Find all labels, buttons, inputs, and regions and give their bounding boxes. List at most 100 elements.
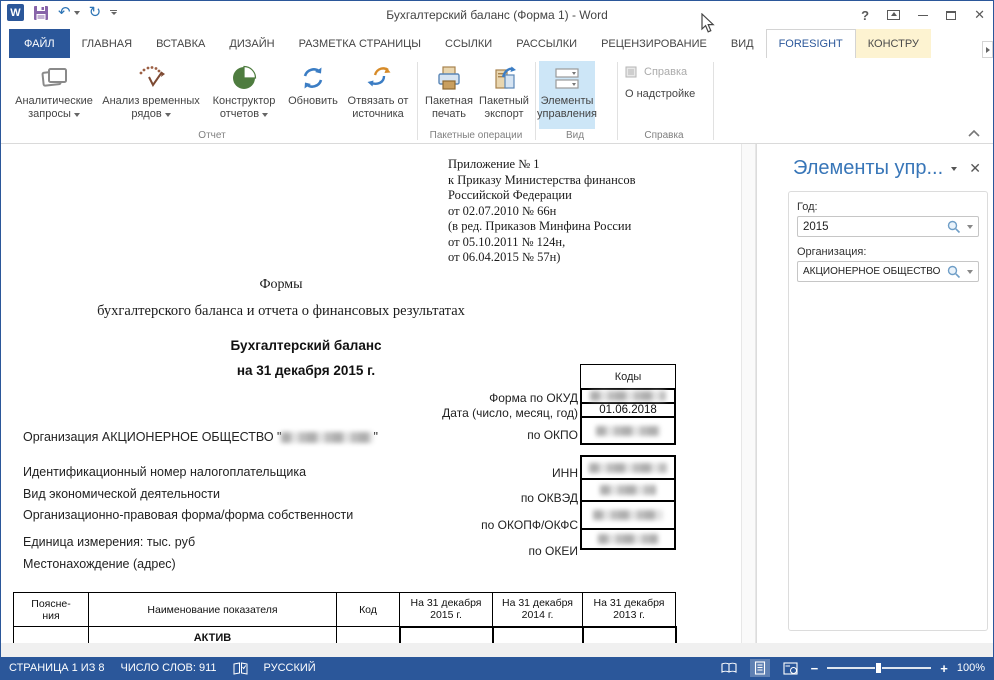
group-divider	[713, 62, 714, 140]
batch-print-button[interactable]: Пакетная печать	[422, 61, 476, 129]
okud-label: Форма по ОКУД	[489, 391, 578, 405]
pane-close-icon[interactable]: ✕	[969, 160, 981, 177]
organization-line: Организация АКЦИОНЕРНОЕ ОБЩЕСТВО " "	[23, 430, 378, 444]
search-icon[interactable]	[947, 220, 961, 234]
unbind-from-source-button[interactable]: Отвязать от источника	[341, 61, 415, 129]
organization-combobox[interactable]: АКЦИОНЕРНОЕ ОБЩЕСТВО	[797, 261, 979, 282]
ribbon-display-options-icon[interactable]	[887, 10, 901, 20]
window-controls: ? ✕	[861, 1, 985, 29]
zoom-out-button[interactable]: −	[811, 661, 819, 676]
pane-menu-caret-icon[interactable]	[951, 166, 958, 171]
help-icon[interactable]: ?	[861, 8, 869, 23]
tab-view[interactable]: ВИД	[719, 29, 766, 58]
button-label: Пакетная	[425, 95, 473, 107]
analytic-queries-button[interactable]: Аналитические запросы	[9, 61, 99, 129]
tab-file[interactable]: ФАЙЛ	[9, 29, 70, 58]
word-logo-icon[interactable]: W	[7, 4, 24, 21]
tab-foresight[interactable]: FORESIGHT	[765, 29, 856, 58]
document-scrollbar[interactable]	[741, 144, 756, 643]
button-label: Конструктор	[212, 95, 276, 107]
inn-label: ИНН	[552, 466, 578, 480]
report-designer-button[interactable]: Конструктор отчетов	[203, 61, 285, 129]
window-title: Бухгалтерский баланс (Форма 1) - Word	[386, 8, 608, 22]
group-label-report: Отчет	[198, 130, 226, 141]
customize-qat-icon[interactable]	[110, 10, 118, 15]
minimize-icon[interactable]	[918, 14, 929, 16]
zoom-slider[interactable]	[827, 662, 932, 674]
collapse-ribbon-icon[interactable]	[967, 129, 981, 138]
org-name-redacted	[281, 432, 374, 444]
zoom-slider-thumb[interactable]	[875, 662, 883, 674]
page-indicator[interactable]: СТРАНИЦА 1 ИЗ 8	[9, 662, 105, 674]
tab-scroll-right-button[interactable]	[982, 41, 993, 58]
tab-mailings[interactable]: РАССЫЛКИ	[504, 29, 589, 58]
refresh-button[interactable]: Обновить	[285, 61, 341, 129]
tab-review[interactable]: РЕЦЕНЗИРОВАНИЕ	[589, 29, 719, 58]
close-icon[interactable]: ✕	[974, 7, 985, 23]
group-label-batch: Пакетные операции	[429, 130, 523, 141]
button-label: печать	[431, 108, 467, 120]
col-header-indicator: Наименование показателя	[88, 592, 337, 627]
button-label: запросы	[28, 108, 71, 120]
button-label: Анализ временных	[102, 95, 200, 107]
maximize-icon[interactable]	[946, 10, 957, 20]
document-page[interactable]: Приложение № 1 к Приказу Министерства фи…	[1, 144, 741, 643]
year-combobox[interactable]: 2015	[797, 216, 979, 237]
organization-label: Организация:	[797, 246, 867, 258]
tab-page-layout[interactable]: РАЗМЕТКА СТРАНИЦЫ	[287, 29, 433, 58]
pane-fields-group: Год: 2015 Организация: АКЦИОНЕРНОЕ ОБЩЕС…	[788, 191, 988, 631]
word-count[interactable]: ЧИСЛО СЛОВ: 911	[121, 662, 217, 674]
dropdown-caret-icon[interactable]	[967, 269, 973, 274]
batch-export-button[interactable]: Пакетный экспорт	[476, 61, 532, 129]
control-elements-button[interactable]: Элементы управления	[537, 61, 597, 129]
search-icon[interactable]	[947, 265, 961, 279]
undo-button[interactable]: ↶	[58, 4, 80, 21]
proofing-status-icon[interactable]	[233, 661, 248, 675]
codes-header: Коды	[580, 364, 676, 390]
col-header-code: Код	[336, 592, 400, 627]
col-header-notes: Поясне-ния	[13, 592, 89, 627]
language-indicator[interactable]: РУССКИЙ	[264, 662, 316, 674]
codes-column: Коды 01.06.2018	[580, 364, 676, 550]
refresh-icon	[297, 61, 329, 95]
group-divider	[617, 62, 618, 140]
tab-insert[interactable]: ВСТАВКА	[144, 29, 217, 58]
table-cell-aktiv: АКТИВ	[88, 626, 337, 643]
save-icon[interactable]	[33, 5, 49, 21]
group-label-view: Вид	[565, 130, 585, 141]
web-layout-button[interactable]	[779, 660, 802, 677]
arrow-right-icon	[985, 46, 990, 53]
dropdown-caret-icon[interactable]	[967, 224, 973, 229]
inn-left-label: Идентификационный номер налогоплательщик…	[23, 465, 307, 479]
time-series-analysis-button[interactable]: Анализ временных рядов	[99, 61, 203, 129]
undo-icon: ↶	[58, 4, 71, 21]
tab-home[interactable]: ГЛАВНАЯ	[70, 29, 144, 58]
button-label: О надстройке	[625, 88, 696, 100]
col-header-2015: На 31 декабря 2015 г.	[399, 592, 493, 627]
tab-design[interactable]: ДИЗАЙН	[217, 29, 286, 58]
redo-icon[interactable]: ↻	[89, 4, 102, 21]
print-layout-button[interactable]	[749, 659, 770, 677]
about-addin-button[interactable]: О надстройке	[625, 88, 695, 100]
control-elements-pane: Элементы упр... ✕ Год: 2015 Организация:…	[756, 144, 993, 643]
tab-table-design[interactable]: КОНСТРУ	[855, 29, 931, 58]
document-date: на 31 декабря 2015 г.	[236, 363, 376, 378]
tab-references[interactable]: ССЫЛКИ	[433, 29, 504, 58]
date-label: Дата (число, месяц, год)	[442, 406, 578, 420]
okved-value	[580, 478, 676, 502]
balance-table: Поясне-ния Наименование показателя Код Н…	[13, 592, 677, 643]
pane-title: Элементы упр...	[793, 157, 944, 179]
zoom-level[interactable]: 100%	[957, 662, 985, 674]
read-mode-button[interactable]	[717, 660, 741, 676]
undo-caret-icon	[73, 10, 80, 15]
dropdown-caret-icon	[262, 112, 269, 117]
inn-value	[580, 455, 676, 480]
title-bar: W ↶ ↻ Бухгалтерский баланс (Форма 1) - W…	[1, 1, 993, 29]
quick-access-toolbar: W ↶ ↻	[7, 4, 118, 21]
button-label: рядов	[131, 108, 162, 120]
status-bar: СТРАНИЦА 1 ИЗ 8 ЧИСЛО СЛОВ: 911 РУССКИЙ	[1, 657, 993, 679]
zoom-in-button[interactable]: +	[940, 661, 948, 676]
okpo-value	[580, 416, 676, 445]
web-layout-icon	[783, 661, 798, 675]
okei-value	[580, 528, 676, 550]
